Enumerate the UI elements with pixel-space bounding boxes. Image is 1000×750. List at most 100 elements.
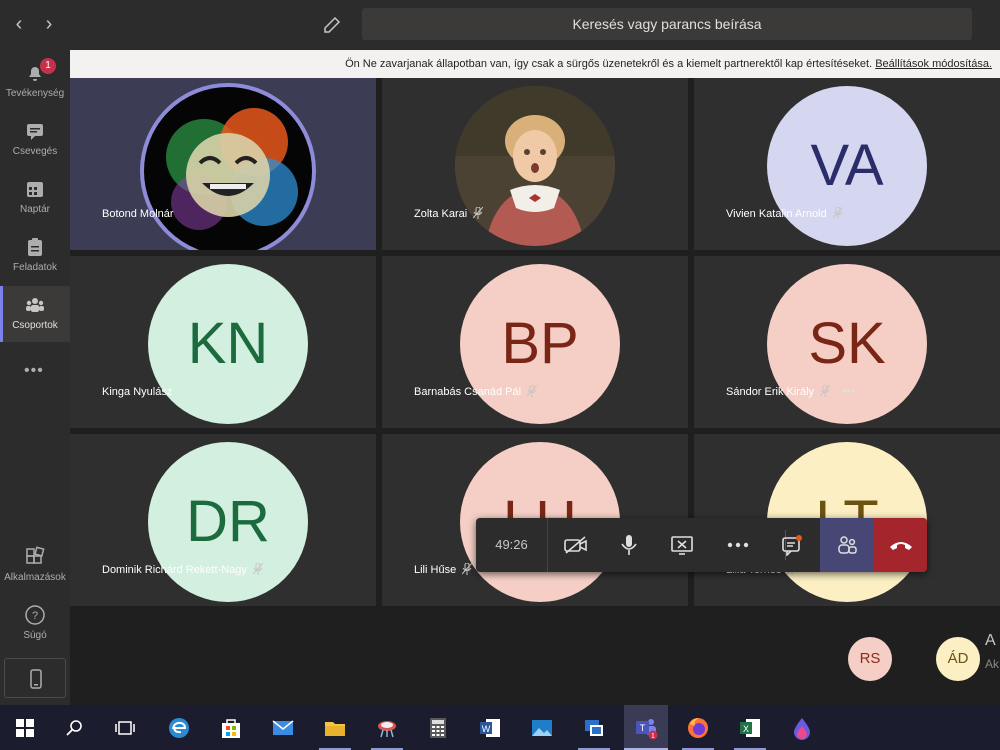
avatar-initials: VA: [810, 133, 884, 198]
svg-text:1: 1: [651, 733, 655, 740]
share-screen-button[interactable]: [662, 518, 702, 572]
notification-badge: 1: [40, 58, 56, 74]
windows-taskbar: W T1 X: [0, 705, 1000, 750]
avatar: BP: [460, 264, 620, 424]
rail-item-help[interactable]: ? Súgó: [0, 596, 70, 652]
participant-name-text: Sándor Erik Király: [726, 386, 815, 398]
taskbar-store[interactable]: [209, 705, 253, 750]
search-input[interactable]: Keresés vagy parancs beírása: [362, 8, 972, 40]
participant-tile[interactable]: VA Vivien Katalin Arnold: [694, 78, 1000, 250]
back-arrow-icon[interactable]: ‹: [8, 12, 30, 36]
device-button[interactable]: [4, 658, 66, 698]
calendar-icon: [27, 182, 43, 197]
taskbar-photos[interactable]: [520, 705, 564, 750]
folder-icon: [325, 721, 345, 736]
mic-muted-icon: [462, 563, 473, 575]
rail-label: Súgó: [23, 630, 47, 641]
participant-tile[interactable]: KN Kinga Nyulász: [70, 256, 376, 428]
participant-tile[interactable]: Botond Molnár: [70, 78, 376, 250]
mic-muted-icon: [832, 207, 843, 219]
app-rail: 1 Tevékenység Csevegés Naptár Feladatok …: [0, 50, 70, 705]
avatar: KN: [148, 264, 308, 424]
child-photo-image: [455, 86, 615, 246]
cloud-app-icon: [378, 720, 396, 737]
photos-icon: [532, 719, 552, 736]
title-bar: ‹ › Keresés vagy parancs beírása: [0, 0, 1000, 50]
rail-item-teams[interactable]: Csoportok: [0, 286, 70, 342]
rail-item-assignments[interactable]: Feladatok: [0, 228, 70, 284]
overflow-avatar-initials: ÁD: [947, 650, 969, 667]
svg-text:T: T: [640, 723, 646, 733]
participant-tile[interactable]: SK Sándor Erik Király •••: [694, 256, 1000, 428]
rail-label: Csevegés: [12, 146, 58, 157]
settings-link[interactable]: Beállítások módosítása.: [875, 58, 992, 70]
compose-icon[interactable]: [321, 12, 345, 36]
participant-tile[interactable]: DR Dominik Richárd Rekett-Nagy: [70, 434, 376, 606]
hang-up-icon: [889, 542, 912, 550]
forward-arrow-icon[interactable]: ›: [38, 12, 60, 36]
participant-name-text: Lili Hűse: [414, 564, 457, 576]
mic-muted-icon: [252, 563, 263, 575]
taskbar-word[interactable]: W: [468, 705, 512, 750]
emoji-avatar-image: [166, 108, 298, 230]
mail-icon: [272, 719, 294, 735]
more-icon: [727, 542, 749, 548]
taskbar-file-explorer[interactable]: [313, 705, 357, 750]
rail-item-calendar[interactable]: Naptár: [0, 170, 70, 226]
taskbar-mail[interactable]: [261, 705, 305, 750]
taskbar-search-button[interactable]: [53, 705, 97, 750]
avatar: [140, 83, 316, 250]
taskbar-app-cloud[interactable]: [365, 705, 409, 750]
rail-item-apps[interactable]: Alkalmazások: [0, 538, 70, 594]
call-controls: 49:26: [476, 518, 927, 572]
taskbar-edge[interactable]: [157, 705, 201, 750]
participant-name: Barnabás Csanád Pál: [414, 385, 538, 398]
svg-text:?: ?: [32, 610, 38, 622]
taskbar-paint-app[interactable]: [780, 705, 824, 750]
taskbar-teams[interactable]: T1: [624, 705, 668, 750]
participant-tile[interactable]: Zolta Karai: [382, 78, 688, 250]
people-icon: [838, 536, 857, 554]
rail-label: Csoportok: [12, 320, 58, 331]
windows-logo-icon: [16, 718, 34, 737]
rail-label: Naptár: [19, 204, 50, 215]
store-icon: [222, 718, 240, 738]
word-icon: W: [480, 718, 500, 737]
taskbar-remote-app[interactable]: [572, 705, 616, 750]
participant-name-text: Vivien Katalin Arnold: [726, 208, 827, 220]
participants-button[interactable]: [820, 518, 874, 572]
task-view-button[interactable]: [103, 705, 147, 750]
participant-more-options[interactable]: •••: [842, 384, 855, 398]
svg-text:W: W: [482, 724, 491, 734]
search-icon: [66, 719, 82, 736]
teams-window: ‹ › Keresés vagy parancs beírása 1 Tevék…: [0, 0, 1000, 750]
mic-muted-icon: [527, 385, 538, 397]
taskbar-excel[interactable]: X: [728, 705, 772, 750]
participant-name: Lili Hűse: [414, 563, 473, 576]
mic-toggle-button[interactable]: [609, 518, 649, 572]
avatar: DR: [148, 442, 308, 602]
avatar-initials: DR: [186, 489, 270, 554]
participant-tile[interactable]: BP Barnabás Csanád Pál: [382, 256, 688, 428]
hang-up-button[interactable]: [874, 518, 927, 572]
participant-name: Vivien Katalin Arnold: [726, 207, 843, 220]
mic-muted-icon: [820, 385, 831, 397]
more-actions-button[interactable]: [718, 518, 758, 572]
rail-item-activity[interactable]: 1 Tevékenység: [0, 54, 70, 110]
taskbar-firefox[interactable]: [676, 705, 720, 750]
participant-name-text: Zolta Karai: [414, 208, 468, 220]
participant-name: Sándor Erik Király •••: [726, 384, 855, 398]
overflow-avatar[interactable]: ÁD: [936, 637, 980, 681]
participant-name-text: Botond Molnár: [102, 208, 174, 220]
taskbar-calculator[interactable]: [416, 705, 460, 750]
task-view-icon: [115, 720, 135, 735]
participant-name: Kinga Nyulász: [102, 386, 172, 398]
chat-button[interactable]: [772, 518, 812, 572]
participant-name: Zolta Karai: [414, 207, 484, 220]
rail-item-chat[interactable]: Csevegés: [0, 112, 70, 168]
camera-toggle-button[interactable]: [556, 518, 596, 572]
more-apps-icon[interactable]: •••: [24, 362, 44, 380]
apps-icon: [26, 546, 45, 564]
start-button[interactable]: [3, 705, 47, 750]
overflow-avatar[interactable]: RS: [848, 637, 892, 681]
